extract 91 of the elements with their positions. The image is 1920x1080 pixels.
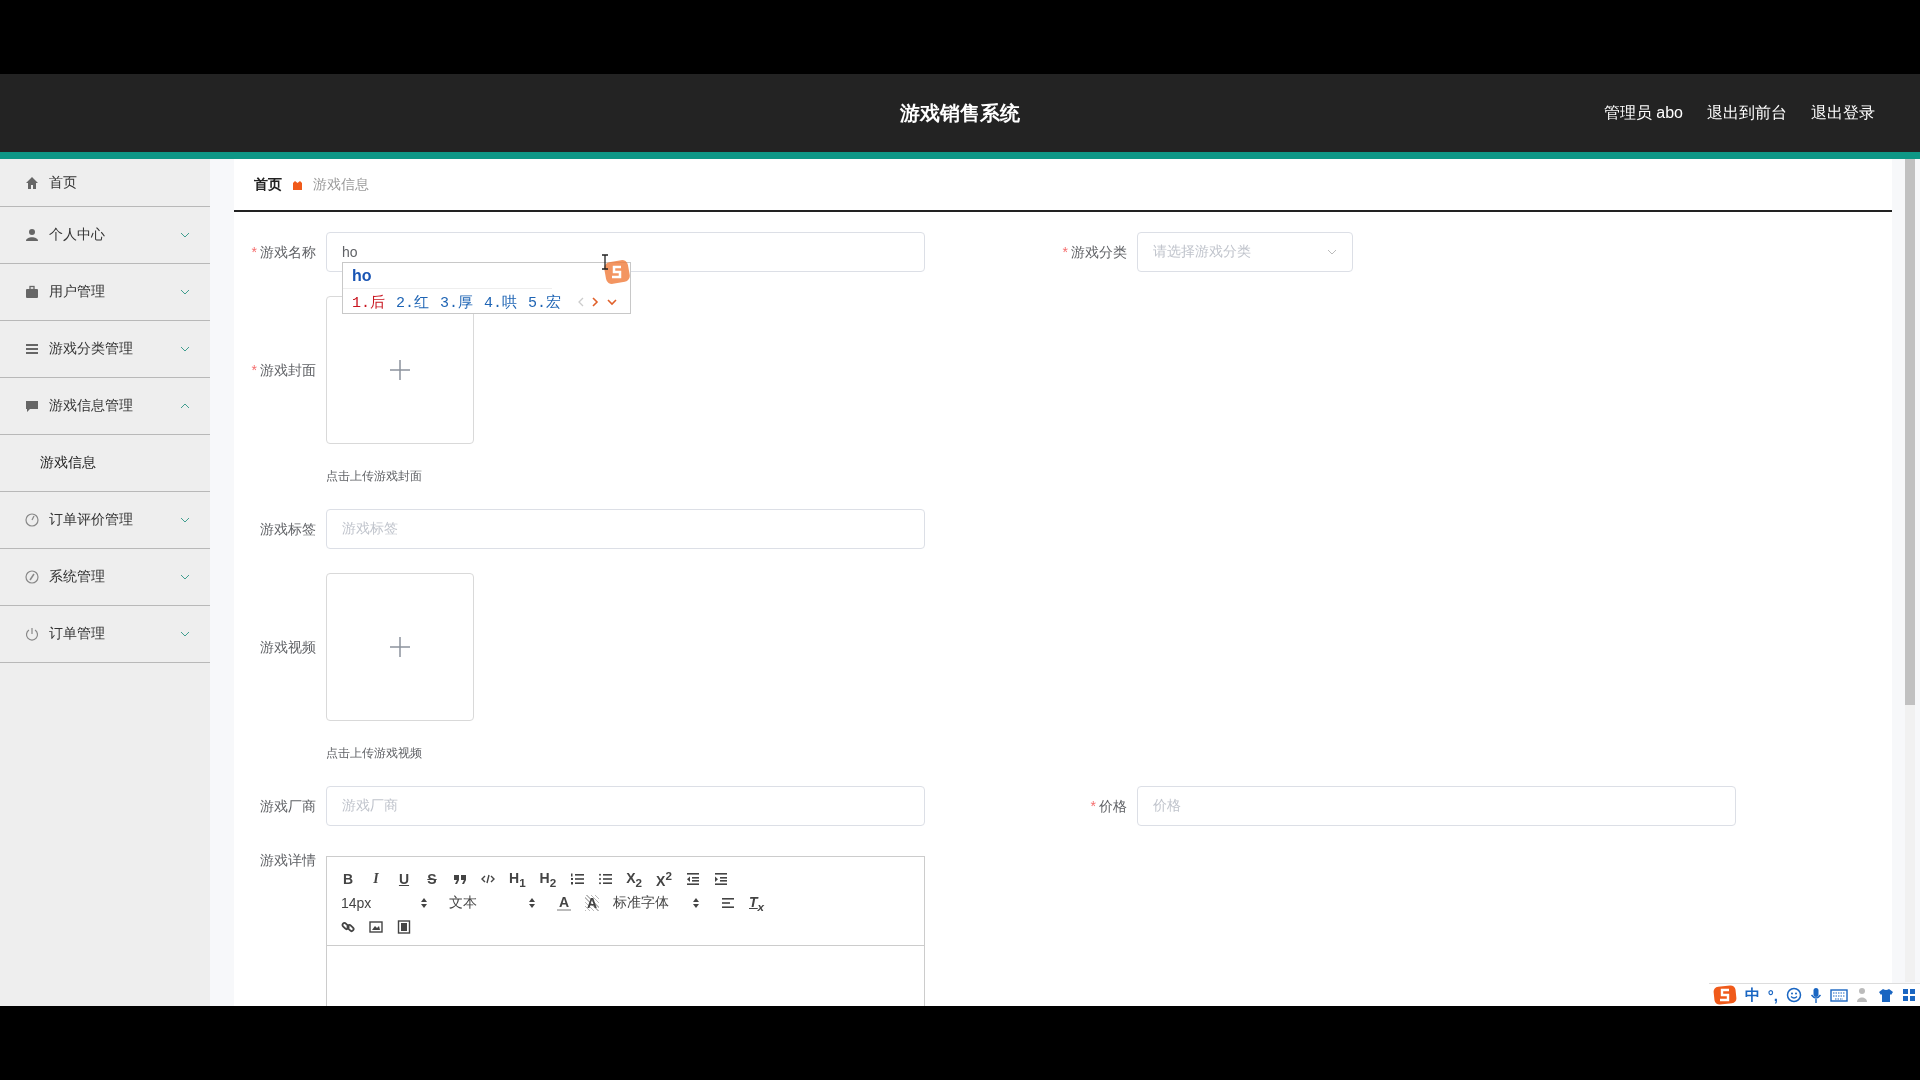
- home-icon: [25, 175, 39, 190]
- indent-icon[interactable]: [713, 872, 728, 886]
- sidebar-item[interactable]: 系统管理: [0, 549, 210, 606]
- header-link[interactable]: 退出到前台: [1707, 102, 1787, 124]
- format-button[interactable]: H$_{1}$: [509, 869, 526, 889]
- shirt-icon[interactable]: [1878, 987, 1894, 1003]
- upload-hint: 点击上传游戏视频: [326, 745, 423, 762]
- menu-label: 订单评价管理: [49, 511, 134, 529]
- link-icon[interactable]: [341, 920, 355, 934]
- menu-label: 个人中心: [49, 226, 106, 244]
- quote-icon[interactable]: [453, 872, 467, 886]
- video-icon[interactable]: [397, 920, 411, 934]
- format-button[interactable]: S: [425, 871, 439, 887]
- field-label: * 游戏封面: [250, 361, 317, 380]
- breadcrumb-link[interactable]: 首页: [254, 175, 282, 194]
- header-link[interactable]: 退出登录: [1811, 102, 1875, 124]
- ime-mode[interactable]: 中: [1744, 985, 1760, 1005]
- toolbar-dropdown[interactable]: 14px: [341, 895, 427, 911]
- menu-label: 用户管理: [49, 283, 106, 301]
- sidebar-item[interactable]: 用户管理: [0, 264, 210, 321]
- keyboard-icon[interactable]: [1830, 988, 1848, 1002]
- background-color-button[interactable]: A: [585, 895, 599, 911]
- field-label: * 价格: [1089, 797, 1128, 816]
- format-button[interactable]: X$_{2}$: [626, 869, 643, 889]
- caret-icon: [180, 232, 190, 238]
- ime-composition: ho: [343, 263, 552, 289]
- align-icon[interactable]: [721, 896, 735, 910]
- caret-icon: [180, 631, 190, 637]
- field-label: 游戏厂商: [259, 797, 317, 816]
- format-button[interactable]: H$_{2}$: [539, 869, 557, 889]
- ime-candidate[interactable]: 4.哄: [484, 292, 518, 312]
- microphone-icon[interactable]: [1810, 986, 1822, 1004]
- sidebar-item[interactable]: 订单评价管理: [0, 492, 210, 549]
- code-icon[interactable]: [481, 872, 495, 886]
- sidebar-item[interactable]: 游戏信息管理: [0, 378, 210, 435]
- scrollbar[interactable]: [1905, 159, 1915, 982]
- field-label: 游戏标签: [259, 520, 317, 539]
- caret-icon: [180, 517, 190, 523]
- field-label: 游戏视频: [259, 638, 317, 657]
- image-icon[interactable]: [369, 920, 383, 934]
- caret-icon: [1327, 249, 1337, 255]
- updown-arrows-icon: [693, 898, 699, 908]
- smiley-icon[interactable]: [1786, 987, 1802, 1003]
- ordered-list-icon[interactable]: [570, 872, 585, 886]
- separator-icon: [292, 179, 303, 190]
- ime-candidate[interactable]: 2.红: [396, 292, 430, 312]
- toolbar-dropdown[interactable]: 标准字体: [613, 894, 699, 912]
- sidebar-item[interactable]: 个人中心: [0, 207, 210, 264]
- format-button[interactable]: T$_{x}$: [749, 893, 765, 913]
- toolbar-dropdown[interactable]: 文本: [449, 894, 535, 912]
- caret-icon: [180, 289, 190, 295]
- chat-icon: [25, 399, 39, 413]
- menu-label: 系统管理: [49, 568, 106, 586]
- ime-candidate[interactable]: 5.宏: [528, 292, 562, 312]
- field-label: * 游戏分类: [1061, 243, 1128, 262]
- sidebar-item[interactable]: 游戏分类管理: [0, 321, 210, 378]
- caret-icon: [180, 574, 190, 580]
- app-title: 游戏销售系统: [900, 100, 1020, 126]
- ime-candidate[interactable]: 3.厚: [440, 292, 474, 312]
- format-button[interactable]: U: [397, 871, 411, 887]
- grid-icon[interactable]: [1902, 988, 1916, 1002]
- outdent-icon[interactable]: [685, 872, 700, 886]
- field-label: 游戏详情: [259, 851, 317, 870]
- person-icon: [25, 228, 39, 242]
- field-label: * 游戏名称: [250, 243, 317, 262]
- submenu-item[interactable]: 游戏信息: [0, 435, 210, 492]
- menu-label: 订单管理: [49, 625, 106, 643]
- format-button[interactable]: B: [341, 871, 355, 887]
- user-name: 管理员 abo: [1603, 102, 1683, 123]
- updown-arrows-icon: [529, 898, 535, 908]
- caret-icon: [180, 403, 190, 409]
- gauge-icon: [25, 513, 39, 527]
- caret-icon: [180, 346, 190, 352]
- power-icon: [25, 627, 39, 641]
- lines-icon: [25, 342, 39, 356]
- bullet-list-icon[interactable]: [598, 872, 613, 886]
- updown-arrows-icon: [421, 898, 427, 908]
- briefcase-icon: [25, 285, 39, 299]
- sidebar-item[interactable]: 订单管理: [0, 606, 210, 663]
- format-button[interactable]: I: [369, 871, 383, 887]
- format-button[interactable]: X$^{2}$: [656, 869, 672, 889]
- ime-mode[interactable]: °,: [1767, 986, 1778, 1004]
- ime-candidate[interactable]: 1.后: [352, 292, 385, 312]
- menu-label: 游戏信息管理: [49, 397, 134, 415]
- menu-label: 首页: [49, 173, 78, 192]
- text-color-button[interactable]: A: [557, 895, 571, 911]
- input-method-logo-icon[interactable]: [1712, 985, 1737, 1005]
- menu-label: 游戏分类管理: [49, 340, 134, 358]
- upload-hint: 点击上传游戏封面: [326, 468, 423, 485]
- sidebar-item[interactable]: 首页: [0, 159, 210, 207]
- text-cursor-icon: [601, 254, 609, 270]
